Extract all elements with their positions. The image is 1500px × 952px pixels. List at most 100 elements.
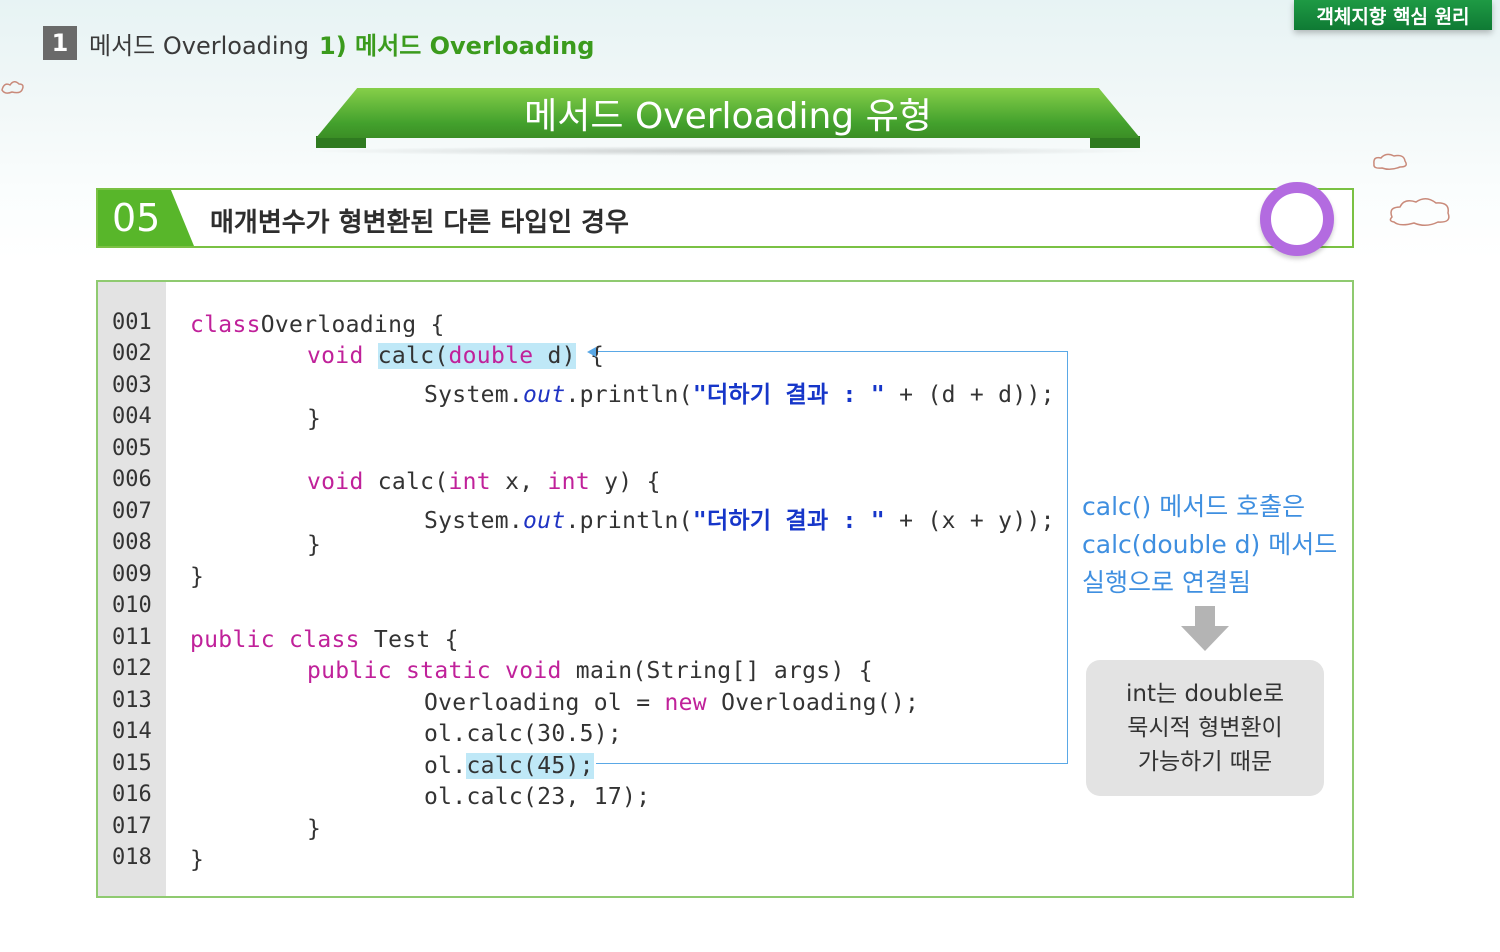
note-line: calc(double d) 메서드 <box>1082 530 1338 559</box>
code-token: } <box>190 564 205 590</box>
code-token: System. <box>424 382 524 408</box>
line-number: 011 <box>112 625 152 650</box>
code-token: + (d + d)); <box>885 382 1055 408</box>
note-line: calc() 메서드 호출은 <box>1082 492 1306 521</box>
code-token: double <box>448 343 534 369</box>
code-token: class <box>190 312 261 338</box>
code-token: calc( <box>363 469 449 495</box>
line-number: 018 <box>112 845 152 870</box>
code-token: calc( <box>377 343 449 369</box>
line-number: 016 <box>112 782 152 807</box>
line-number: 015 <box>112 751 152 776</box>
code-token: new <box>664 690 707 716</box>
code-token: Overloading { <box>260 312 445 338</box>
line-number: 001 <box>112 310 152 335</box>
code-token: void <box>307 343 364 369</box>
code-token: main(String[] args) { <box>561 658 873 684</box>
code-token: } <box>190 847 205 873</box>
code-token: } <box>307 532 322 558</box>
code-token: "더하기 결과 : " <box>692 382 885 408</box>
breadcrumb-subtopic: 1) 메서드 Overloading <box>319 31 595 60</box>
bubble-line: 가능하기 때문 <box>1137 749 1273 775</box>
code-token: void <box>307 469 364 495</box>
line-number: 007 <box>112 499 152 524</box>
code-token: } <box>307 816 322 842</box>
explanation-note: calc() 메서드 호출은 calc(double d) 메서드 실행으로 연… <box>1082 488 1337 602</box>
section-title: 매개변수가 형변환된 다른 타입인 경우 <box>210 208 629 238</box>
line-number: 012 <box>112 656 152 681</box>
code-token: Overloading(); <box>706 690 920 716</box>
section-number: 05 <box>98 190 194 246</box>
bubble-line: int는 double로 <box>1125 681 1284 707</box>
line-number: 009 <box>112 562 152 587</box>
code-token: ol.calc(30.5); <box>424 721 623 747</box>
connector-line <box>1067 351 1068 763</box>
code-token: ol.calc(23, 17); <box>424 784 651 810</box>
line-number: 003 <box>112 373 152 398</box>
code-token: out <box>523 508 566 534</box>
code-line: ol.calc(45); <box>424 753 594 779</box>
code-line: } <box>307 406 321 432</box>
code-line: ol.calc(30.5); <box>424 721 622 747</box>
down-arrow-icon <box>1181 606 1229 651</box>
line-number: 017 <box>112 814 152 839</box>
code-line: } <box>190 847 204 873</box>
code-line: } <box>307 532 321 558</box>
banner-shadow <box>300 146 1160 156</box>
code-token: int <box>448 469 491 495</box>
section-header: 05 매개변수가 형변환된 다른 타입인 경우 <box>96 182 1354 256</box>
code-token: y) { <box>589 469 661 495</box>
line-number: 010 <box>112 593 152 618</box>
cloud-icon <box>1 81 24 94</box>
code-line: classOverloading { <box>190 312 445 338</box>
cloud-icon <box>1373 153 1407 171</box>
code-token: } <box>307 406 322 432</box>
connector-line <box>598 351 1068 352</box>
code-token: out <box>523 382 566 408</box>
code-line: public static void main(String[] args) { <box>307 658 873 684</box>
note-line: 실행으로 연결됨 <box>1082 568 1251 597</box>
banner-title: 메서드 Overloading 유형 <box>316 88 1140 138</box>
code-token: int <box>547 469 590 495</box>
breadcrumb-number: 1 <box>43 26 77 60</box>
code-line: System.out.println("더하기 결과 : " + (x + y)… <box>424 501 1055 535</box>
code-token: d) <box>533 343 576 369</box>
bubble-line: 묵시적 형변환이 <box>1127 715 1283 741</box>
code-line: } <box>190 564 204 590</box>
line-number: 008 <box>112 530 152 555</box>
chapter-badge: 객체지향 핵심 원리 <box>1294 0 1492 30</box>
line-number-gutter: 001 002 003 004 005 006 007 008 009 010 … <box>98 282 166 896</box>
line-number: 004 <box>112 404 152 429</box>
code-line: void calc(int x, int y) { <box>307 469 661 495</box>
code-line: Overloading ol = new Overloading(); <box>424 690 919 716</box>
connector-line <box>596 763 1068 764</box>
code-token: Overloading ol = <box>424 690 665 716</box>
code-token: ol. <box>424 753 467 779</box>
cloud-icon <box>1389 198 1450 226</box>
line-number: 014 <box>112 719 152 744</box>
code-token: public static void <box>307 658 562 684</box>
line-number: 013 <box>112 688 152 713</box>
code-token: System. <box>424 508 524 534</box>
code-line: ol.calc(23, 17); <box>424 784 650 810</box>
code-line: void calc(double d) { <box>307 343 604 369</box>
code-line: System.out.println("더하기 결과 : " + (d + d)… <box>424 375 1055 409</box>
reason-bubble: int는 double로 묵시적 형변환이 가능하기 때문 <box>1086 660 1324 796</box>
code-token: public class <box>190 627 360 653</box>
code-token: x, <box>490 469 548 495</box>
code-token: Test { <box>359 627 459 653</box>
code-line: } <box>307 816 321 842</box>
code-token: .println( <box>565 508 693 534</box>
breadcrumb: 1 메서드 Overloading 1) 메서드 Overloading <box>43 26 594 60</box>
line-number: 005 <box>112 436 152 461</box>
code-token: calc(45); <box>466 753 594 779</box>
ring-icon <box>1260 182 1334 256</box>
code-token: + (x + y)); <box>885 508 1055 534</box>
code-line: public class Test { <box>190 627 459 653</box>
line-number: 002 <box>112 341 152 366</box>
code-token: "더하기 결과 : " <box>692 508 885 534</box>
code-token: .println( <box>565 382 693 408</box>
arrow-left-icon <box>587 347 596 357</box>
breadcrumb-topic: 메서드 Overloading <box>89 31 310 60</box>
